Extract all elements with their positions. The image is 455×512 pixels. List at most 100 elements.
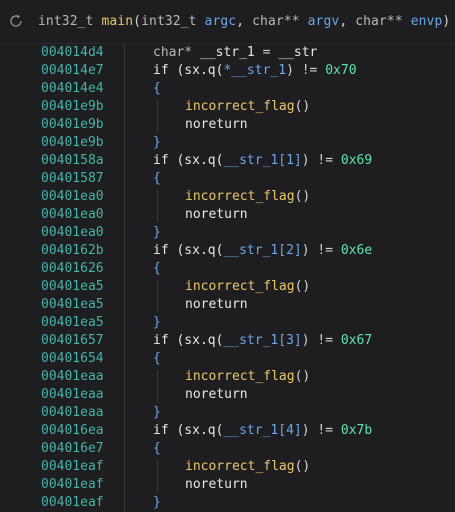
code-line[interactable]: 00401eaf incorrect_flag() xyxy=(0,458,455,476)
code-line[interactable]: 004014d4 char* __str_1 = __str xyxy=(0,44,455,62)
code-line[interactable]: 00401ea0 noreturn xyxy=(0,206,455,224)
param-type-argv: char** xyxy=(252,14,300,29)
line-address[interactable]: 00401587 xyxy=(41,170,104,188)
line-address[interactable]: 004014d4 xyxy=(41,44,104,62)
code-line[interactable]: 00401ea5} xyxy=(0,314,455,332)
code-line[interactable]: 00401eaa incorrect_flag() xyxy=(0,368,455,386)
code-line[interactable]: 00401eaa noreturn xyxy=(0,386,455,404)
if-argument[interactable]: __str_1[3] xyxy=(223,333,301,348)
line-address[interactable]: 00401626 xyxy=(41,260,104,278)
statement: noreturn xyxy=(185,477,248,492)
code-line[interactable]: 00401eaf noreturn xyxy=(0,476,455,494)
refresh-icon[interactable] xyxy=(8,13,24,29)
brace: { xyxy=(153,81,161,96)
code-line[interactable]: 00401657 if (sx.q(__str_1[3]) != 0x67 xyxy=(0,332,455,350)
code-line[interactable]: 00401e9b} xyxy=(0,134,455,152)
line-code: if (sx.q(__str_1[1]) != 0x69 xyxy=(153,152,372,170)
line-code: incorrect_flag() xyxy=(185,458,310,476)
code-line[interactable]: 00401eaa} xyxy=(0,404,455,422)
code-line[interactable]: 004014e4 { xyxy=(0,80,455,98)
line-address[interactable]: 00401eaf xyxy=(41,458,104,476)
line-address[interactable]: 00401654 xyxy=(41,350,104,368)
function-signature[interactable]: int32_t main(int32_t argc, char** argv, … xyxy=(38,14,450,29)
line-address[interactable]: 00401e9b xyxy=(41,134,104,152)
statement: noreturn xyxy=(185,207,248,222)
code-line[interactable]: 00401eaf} xyxy=(0,494,455,512)
brace: } xyxy=(153,135,161,150)
line-address[interactable]: 00401e9b xyxy=(41,98,104,116)
line-address[interactable]: 004014e7 xyxy=(41,62,104,80)
call-name[interactable]: incorrect_flag xyxy=(185,279,295,294)
call-parens: () xyxy=(294,369,311,384)
if-constant[interactable]: 0x70 xyxy=(325,63,356,78)
line-address[interactable]: 00401eaa xyxy=(41,368,104,386)
var-name[interactable]: __str_1 xyxy=(200,45,255,60)
line-code: { xyxy=(153,170,161,188)
signature-open-paren: ( xyxy=(133,14,142,29)
code-line[interactable]: 00401ea5 incorrect_flag() xyxy=(0,278,455,296)
if-argument[interactable]: *__str_1 xyxy=(223,63,286,78)
code-line[interactable]: 00401ea0 incorrect_flag() xyxy=(0,188,455,206)
param-argc[interactable]: argc xyxy=(205,14,237,29)
code-line[interactable]: 0040158a if (sx.q(__str_1[1]) != 0x69 xyxy=(0,152,455,170)
line-code: incorrect_flag() xyxy=(185,368,310,386)
code-line[interactable]: 00401654 { xyxy=(0,350,455,368)
code-line[interactable]: 0040162b if (sx.q(__str_1[2]) != 0x6e xyxy=(0,242,455,260)
call-parens: () xyxy=(294,99,311,114)
line-address[interactable]: 00401e9b xyxy=(41,116,104,134)
line-code: noreturn xyxy=(185,476,248,494)
line-address[interactable]: 00401eaa xyxy=(41,404,104,422)
line-address[interactable]: 004016e7 xyxy=(41,440,104,458)
param-argv[interactable]: argv xyxy=(308,14,340,29)
code-line[interactable]: 00401626 { xyxy=(0,260,455,278)
line-address[interactable]: 00401eaf xyxy=(41,494,104,512)
line-address[interactable]: 004014e4 xyxy=(41,80,104,98)
call-name[interactable]: incorrect_flag xyxy=(185,369,295,384)
line-address[interactable]: 004016ea xyxy=(41,422,104,440)
brace: { xyxy=(153,261,161,276)
code-line[interactable]: 004016e7 { xyxy=(0,440,455,458)
line-address[interactable]: 0040158a xyxy=(41,152,104,170)
line-address[interactable]: 00401ea0 xyxy=(41,206,104,224)
indent-guide xyxy=(157,280,158,312)
if-constant[interactable]: 0x6e xyxy=(341,243,372,258)
if-argument[interactable]: __str_1[2] xyxy=(223,243,301,258)
line-code: } xyxy=(153,224,161,242)
code-line[interactable]: 00401ea5 noreturn xyxy=(0,296,455,314)
if-constant[interactable]: 0x7b xyxy=(341,423,372,438)
line-code: incorrect_flag() xyxy=(185,98,310,116)
if-prefix: if (sx.q( xyxy=(153,243,224,258)
line-code: { xyxy=(153,440,161,458)
brace: } xyxy=(153,225,161,240)
line-address[interactable]: 00401ea5 xyxy=(41,278,104,296)
code-line[interactable]: 00401e9b incorrect_flag() xyxy=(0,98,455,116)
if-constant[interactable]: 0x67 xyxy=(341,333,372,348)
if-prefix: if (sx.q( xyxy=(153,423,224,438)
line-address[interactable]: 00401ea5 xyxy=(41,296,104,314)
call-name[interactable]: incorrect_flag xyxy=(185,459,295,474)
code-line[interactable]: 00401587 { xyxy=(0,170,455,188)
line-address[interactable]: 0040162b xyxy=(41,242,104,260)
line-address[interactable]: 00401ea5 xyxy=(41,314,104,332)
code-line[interactable]: 004014e7 if (sx.q(*__str_1) != 0x70 xyxy=(0,62,455,80)
call-name[interactable]: incorrect_flag xyxy=(185,189,295,204)
line-address[interactable]: 00401eaf xyxy=(41,476,104,494)
if-constant[interactable]: 0x69 xyxy=(341,153,372,168)
var-value[interactable]: __str xyxy=(278,45,317,60)
code-line[interactable]: 00401e9b noreturn xyxy=(0,116,455,134)
line-address[interactable]: 00401ea0 xyxy=(41,188,104,206)
line-code: noreturn xyxy=(185,116,248,134)
param-envp[interactable]: envp xyxy=(411,14,443,29)
code-line[interactable]: 00401ea0} xyxy=(0,224,455,242)
code-line[interactable]: 004016ea if (sx.q(__str_1[4]) != 0x7b xyxy=(0,422,455,440)
function-name[interactable]: main xyxy=(101,14,133,29)
var-type: char* xyxy=(153,45,193,60)
line-code: { xyxy=(153,80,161,98)
if-argument[interactable]: __str_1[4] xyxy=(223,423,301,438)
line-code: incorrect_flag() xyxy=(185,188,310,206)
if-argument[interactable]: __str_1[1] xyxy=(223,153,301,168)
line-address[interactable]: 00401ea0 xyxy=(41,224,104,242)
call-name[interactable]: incorrect_flag xyxy=(185,99,295,114)
line-address[interactable]: 00401eaa xyxy=(41,386,104,404)
line-address[interactable]: 00401657 xyxy=(41,332,104,350)
